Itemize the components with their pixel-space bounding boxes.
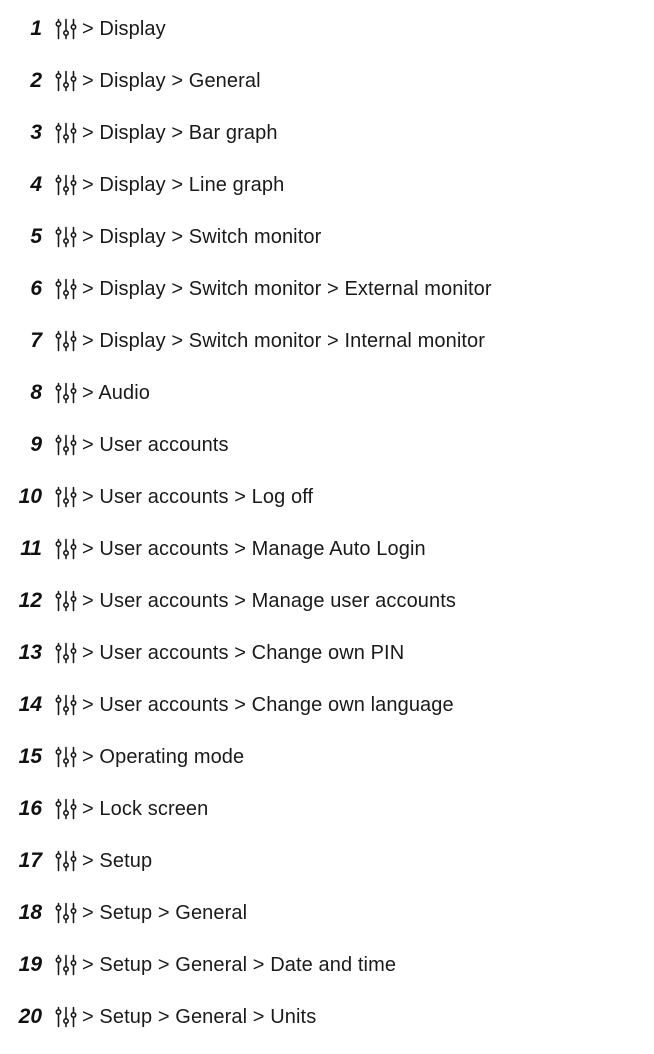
menu-path-row-5: 5 > Display > Switch monitor xyxy=(0,211,654,263)
menu-path-row-18: 18 > Setup > General xyxy=(0,887,654,939)
menu-path-row-3: 3 > Display > Bar graph xyxy=(0,107,654,159)
row-number: 13 xyxy=(18,641,42,664)
menu-path-row-17: 17 > Setup xyxy=(0,835,654,887)
menu-path-row-10: 10 > User accounts > Log off xyxy=(0,471,654,523)
row-number: 16 xyxy=(18,797,42,820)
row-number: 12 xyxy=(18,589,42,612)
row-number: 17 xyxy=(18,849,42,872)
row-number: 2 xyxy=(30,69,42,92)
menu-path-text: > Display > Bar graph xyxy=(82,121,278,144)
settings-sliders-icon xyxy=(55,798,77,820)
menu-path-text: > Setup > General xyxy=(82,901,248,924)
row-number: 10 xyxy=(18,485,42,508)
menu-path-list: 1 > Display 2 > Display > General 3 > Di… xyxy=(0,3,654,1043)
settings-sliders-icon xyxy=(55,174,77,196)
menu-path-text: > User accounts > Manage Auto Login xyxy=(82,537,426,560)
settings-sliders-icon xyxy=(55,746,77,768)
menu-path-row-20: 20 > Setup > General > Units xyxy=(0,991,654,1043)
menu-path-text: > Display > Switch monitor > External mo… xyxy=(82,277,492,300)
settings-sliders-icon xyxy=(55,538,77,560)
row-number: 11 xyxy=(20,537,42,560)
settings-sliders-icon xyxy=(55,954,77,976)
row-number: 1 xyxy=(30,17,42,40)
menu-path-text: > Setup xyxy=(82,849,153,872)
row-number: 9 xyxy=(30,433,42,456)
row-number: 18 xyxy=(18,901,42,924)
menu-path-row-4: 4 > Display > Line graph xyxy=(0,159,654,211)
settings-sliders-icon xyxy=(55,642,77,664)
row-number: 19 xyxy=(18,953,42,976)
settings-sliders-icon xyxy=(55,278,77,300)
menu-path-text: > Display > Switch monitor xyxy=(82,225,322,248)
menu-path-text: > User accounts > Manage user accounts xyxy=(82,589,457,612)
menu-path-text: > Audio xyxy=(82,381,150,404)
settings-sliders-icon xyxy=(55,382,77,404)
row-number: 6 xyxy=(30,277,42,300)
menu-path-text: > Operating mode xyxy=(82,745,245,768)
menu-path-text: > User accounts > Change own language xyxy=(82,693,454,716)
menu-path-text: > Display > General xyxy=(82,69,261,92)
row-number: 7 xyxy=(30,329,42,352)
menu-path-row-7: 7 > Display > Switch monitor > Internal … xyxy=(0,315,654,367)
settings-sliders-icon xyxy=(55,122,77,144)
row-number: 14 xyxy=(18,693,42,716)
row-number: 5 xyxy=(30,225,42,248)
menu-path-text: > User accounts > Change own PIN xyxy=(82,641,405,664)
settings-sliders-icon xyxy=(55,902,77,924)
settings-sliders-icon xyxy=(55,1006,77,1028)
settings-sliders-icon xyxy=(55,850,77,872)
menu-path-row-19: 19 > Setup > General > Date and time xyxy=(0,939,654,991)
settings-sliders-icon xyxy=(55,694,77,716)
menu-path-row-12: 12 > User accounts > Manage user account… xyxy=(0,575,654,627)
row-number: 3 xyxy=(30,121,42,144)
menu-path-text: > Display xyxy=(82,17,166,40)
menu-path-row-9: 9 > User accounts xyxy=(0,419,654,471)
menu-path-row-8: 8 > Audio xyxy=(0,367,654,419)
settings-sliders-icon xyxy=(55,590,77,612)
row-number: 8 xyxy=(30,381,42,404)
menu-path-row-11: 11 > User accounts > Manage Auto Login xyxy=(0,523,654,575)
menu-path-row-14: 14 > User accounts > Change own language xyxy=(0,679,654,731)
menu-path-row-16: 16 > Lock screen xyxy=(0,783,654,835)
menu-path-text: > Display > Line graph xyxy=(82,173,285,196)
settings-sliders-icon xyxy=(55,18,77,40)
row-number: 15 xyxy=(18,745,42,768)
row-number: 4 xyxy=(30,173,42,196)
menu-path-row-13: 13 > User accounts > Change own PIN xyxy=(0,627,654,679)
settings-sliders-icon xyxy=(55,486,77,508)
settings-sliders-icon xyxy=(55,434,77,456)
row-number: 20 xyxy=(18,1005,42,1028)
settings-sliders-icon xyxy=(55,70,77,92)
menu-path-row-6: 6 > Display > Switch monitor > External … xyxy=(0,263,654,315)
menu-path-text: > User accounts xyxy=(82,433,229,456)
menu-path-row-1: 1 > Display xyxy=(0,3,654,55)
menu-path-text: > Display > Switch monitor > Internal mo… xyxy=(82,329,486,352)
menu-path-row-2: 2 > Display > General xyxy=(0,55,654,107)
menu-path-text: > User accounts > Log off xyxy=(82,485,314,508)
menu-path-text: > Setup > General > Date and time xyxy=(82,953,397,976)
menu-path-row-15: 15 > Operating mode xyxy=(0,731,654,783)
settings-sliders-icon xyxy=(55,330,77,352)
settings-sliders-icon xyxy=(55,226,77,248)
menu-path-text: > Setup > General > Units xyxy=(82,1005,317,1028)
menu-path-text: > Lock screen xyxy=(82,797,209,820)
